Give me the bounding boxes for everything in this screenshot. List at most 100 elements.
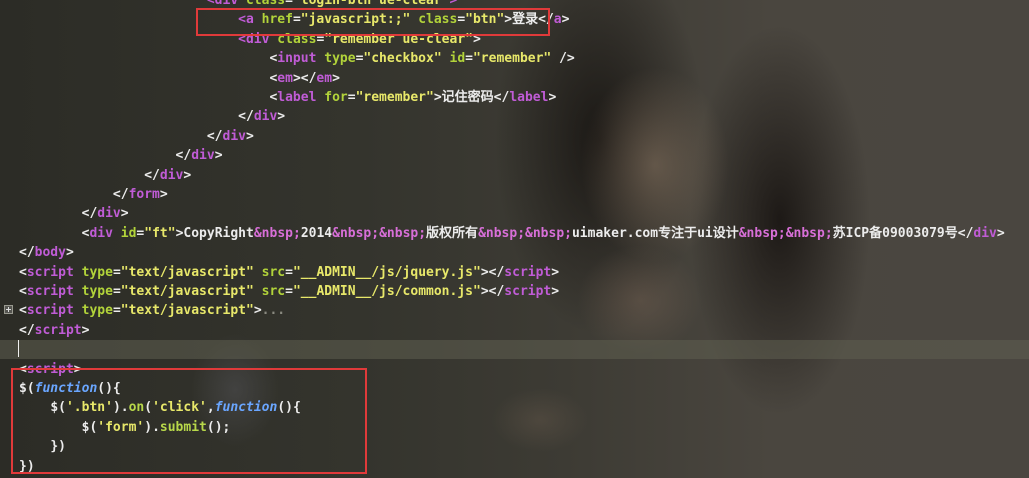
code-token: type: [81, 303, 113, 319]
code-token: a: [553, 12, 562, 28]
code-token: ></: [292, 70, 317, 86]
code-token: script: [26, 264, 82, 280]
code-token: em: [316, 70, 333, 86]
code-token: >: [214, 148, 223, 164]
highlight-box-submit-script: [11, 368, 367, 474]
code-token: id: [449, 51, 466, 67]
code-token: =: [285, 284, 293, 299]
code-token: div: [89, 225, 121, 241]
code-token: 苏ICP备09003079号</: [832, 225, 974, 241]
code-token: =: [465, 51, 473, 67]
code-token: />: [551, 51, 575, 67]
code-line[interactable]: </script>: [0, 321, 1029, 340]
code-line[interactable]: <div id="ft">CopyRight&nbsp;2014&nbsp;&n…: [0, 224, 1029, 243]
code-token: "text/javascript": [120, 264, 254, 280]
code-token: id: [120, 225, 137, 241]
code-token: div: [222, 128, 246, 144]
code-token: &nbsp;&nbsp;: [478, 225, 572, 241]
code-token: div: [159, 167, 184, 183]
code-token: =: [285, 0, 293, 8]
code-token: <: [19, 303, 27, 319]
code-token: >: [245, 128, 254, 144]
code-token: >: [81, 322, 90, 338]
code-token: 版权所有: [426, 225, 479, 241]
code-token: "remember": [355, 90, 434, 105]
code-token: &nbsp;&nbsp;: [738, 225, 833, 241]
code-line[interactable]: </form>: [0, 185, 1029, 204]
code-token: class: [245, 0, 286, 8]
code-token: >: [548, 90, 557, 105]
code-token: src: [261, 284, 286, 299]
code-token: 2014: [300, 225, 333, 241]
code-token: >: [253, 303, 262, 319]
code-line[interactable]: <input type="checkbox" id="remember" />: [0, 49, 1029, 68]
code-token: >: [449, 0, 458, 8]
code-token: &nbsp;&nbsp;: [332, 225, 427, 241]
code-line[interactable]: <script type="text/javascript" src="__AD…: [0, 282, 1029, 301]
highlight-box-login-link: [196, 8, 550, 36]
code-line[interactable]: <em></em>: [0, 69, 1029, 88]
code-token: =: [112, 264, 121, 280]
code-line[interactable]: </div>: [0, 107, 1029, 126]
code-token: type: [81, 264, 113, 280]
code-token: >: [996, 225, 1005, 241]
code-token: input: [277, 51, 325, 67]
code-token: <: [19, 264, 27, 280]
code-token: "__ADMIN__/js/jquery.js": [292, 264, 481, 280]
code-line[interactable]: <label for="remember">记住密码</label>: [0, 88, 1029, 107]
code-token: >记住密码</: [433, 90, 510, 105]
code-line[interactable]: <script type="text/javascript" src="__AD…: [0, 263, 1029, 282]
code-token: em: [277, 70, 293, 86]
code-line[interactable]: </div>: [0, 146, 1029, 165]
code-token: >: [159, 187, 168, 202]
code-token: &nbsp;: [253, 225, 301, 241]
code-token: script: [34, 322, 82, 338]
code-token: ...: [261, 303, 286, 319]
code-line[interactable]: </div>: [0, 204, 1029, 223]
code-line[interactable]: </body>: [0, 243, 1029, 262]
code-token: =: [347, 90, 356, 105]
code-token: <div: [206, 0, 246, 8]
code-token: "__ADMIN__/js/common.js": [292, 284, 481, 299]
code-token: </: [19, 245, 35, 261]
code-token: </: [144, 167, 160, 183]
text-cursor: [18, 340, 19, 357]
code-token: </: [81, 206, 98, 222]
code-token: "login-btn ue-clear": [292, 0, 450, 8]
code-token: >: [551, 284, 560, 299]
code-token: label: [277, 90, 325, 105]
fold-toggle-icon[interactable]: [4, 305, 13, 314]
code-token: <: [19, 284, 27, 299]
code-line[interactable]: </div>: [0, 127, 1029, 146]
code-line[interactable]: [0, 340, 1029, 360]
code-token: form: [128, 187, 160, 202]
code-token: body: [34, 245, 66, 261]
code-token: ></: [480, 284, 505, 299]
code-token: "checkbox": [363, 51, 442, 67]
code-token: for: [324, 90, 348, 105]
code-token: "remember": [472, 51, 552, 67]
code-token: "ft": [144, 225, 176, 241]
code-token: src: [261, 264, 286, 280]
code-line[interactable]: <script type="text/javascript">...: [0, 301, 1029, 320]
code-token: </: [112, 187, 129, 202]
code-token: >: [277, 109, 286, 125]
code-token: >: [120, 206, 129, 222]
code-line[interactable]: </div>: [0, 166, 1029, 185]
code-token: div: [253, 109, 278, 125]
code-token: script: [504, 284, 552, 299]
code-token: type: [81, 284, 113, 299]
